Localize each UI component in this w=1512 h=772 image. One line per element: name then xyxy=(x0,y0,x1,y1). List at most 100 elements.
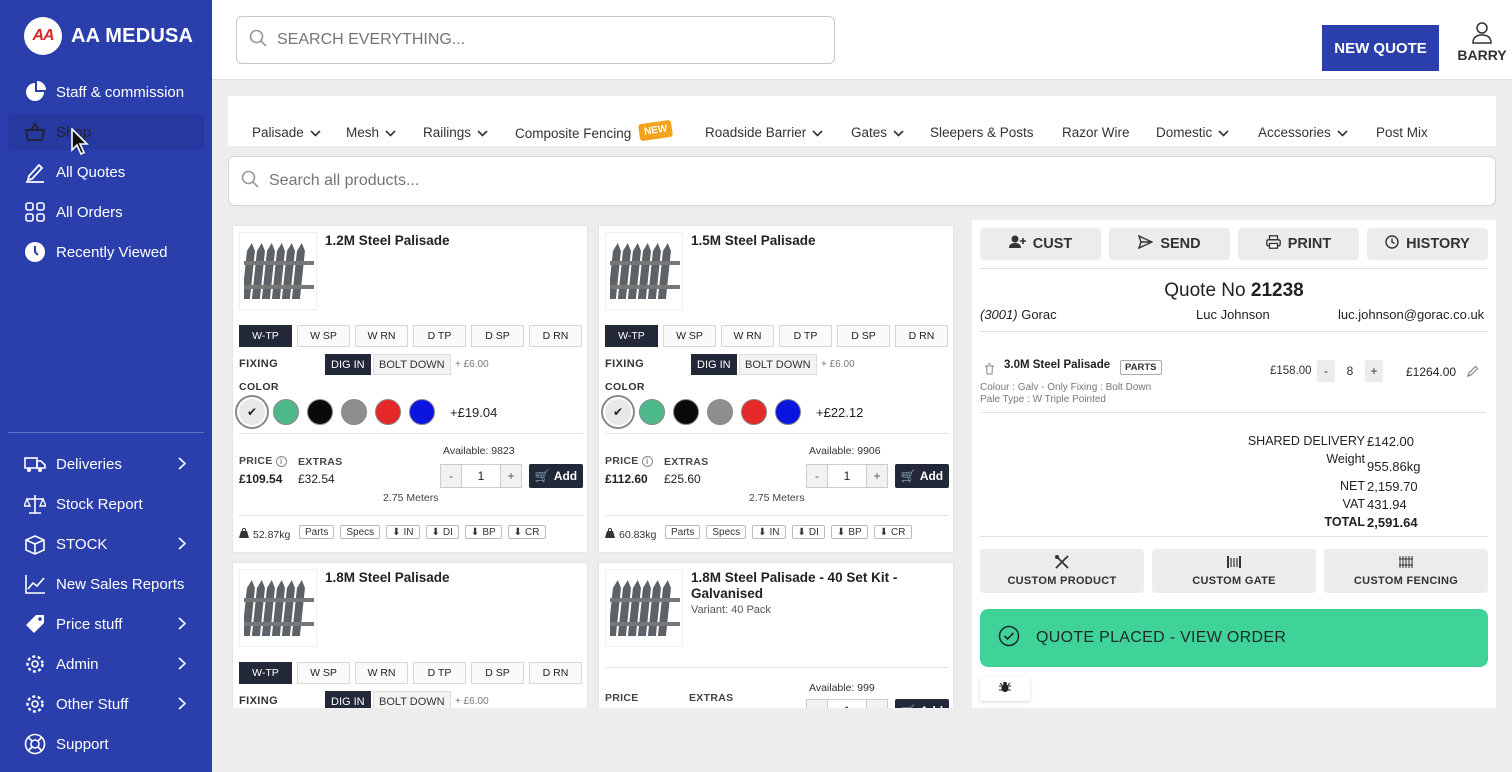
doc-link[interactable]: Parts xyxy=(299,525,335,539)
nav-all-orders[interactable]: All Orders xyxy=(8,194,204,230)
variant-option[interactable]: D SP xyxy=(837,325,890,347)
nav-staff-commission[interactable]: Staff & commission xyxy=(8,74,204,110)
user-menu[interactable]: BARRY xyxy=(1454,22,1510,63)
decrement-button[interactable]: - xyxy=(807,465,827,487)
nav-new-sales-reports[interactable]: New Sales Reports xyxy=(8,566,204,602)
variant-option[interactable]: W SP xyxy=(663,325,716,347)
variant-option[interactable]: D RN xyxy=(895,325,948,347)
doc-link[interactable]: ⬇ CR xyxy=(507,525,546,539)
product-search-input[interactable] xyxy=(269,172,1269,190)
doc-link[interactable]: ⬇ BP xyxy=(830,525,868,539)
color-swatch[interactable] xyxy=(273,399,299,425)
variant-option[interactable]: W-TP xyxy=(605,325,658,347)
fixing-dig-in-button[interactable]: DIG IN xyxy=(691,354,737,375)
color-swatch[interactable] xyxy=(741,399,767,425)
doc-link[interactable]: ⬇ DI xyxy=(791,525,825,539)
variant-option[interactable]: D RN xyxy=(529,662,582,684)
nav-recently-viewed[interactable]: Recently Viewed xyxy=(8,234,204,270)
nav-admin[interactable]: Admin xyxy=(8,646,204,682)
print-button[interactable]: PRINT xyxy=(1238,228,1359,260)
info-icon[interactable]: i xyxy=(275,456,287,467)
brand[interactable]: AA AA MEDUSA xyxy=(24,17,193,55)
category-sleepers-posts[interactable]: Sleepers & Posts xyxy=(930,125,1034,140)
category-razor-wire[interactable]: Razor Wire xyxy=(1062,125,1130,140)
product-image[interactable] xyxy=(605,232,683,310)
product-title[interactable]: 1.2M Steel Palisade xyxy=(325,233,575,249)
custom-fencing-button[interactable]: CUSTOM FENCING xyxy=(1324,549,1488,593)
category-domestic[interactable]: Domestic xyxy=(1156,125,1229,140)
doc-link[interactable]: Specs xyxy=(706,525,747,539)
product-title[interactable]: 1.8M Steel Palisade xyxy=(325,570,575,586)
nav-stock-report[interactable]: Stock Report xyxy=(8,486,204,522)
variant-option[interactable]: D TP xyxy=(779,325,832,347)
increment-button[interactable]: + xyxy=(501,465,521,487)
qty-value[interactable]: 1 xyxy=(461,465,501,487)
category-accessories[interactable]: Accessories xyxy=(1258,125,1348,140)
product-image[interactable] xyxy=(605,569,683,647)
color-swatch[interactable] xyxy=(409,399,435,425)
doc-link[interactable]: Parts xyxy=(665,525,701,539)
nav-other-stuff[interactable]: Other Stuff xyxy=(8,686,204,722)
product-image[interactable] xyxy=(239,232,317,310)
fixing-dig-in-button[interactable]: DIG IN xyxy=(325,691,371,708)
custom-product-button[interactable]: CUSTOM PRODUCT xyxy=(980,549,1144,593)
qty-value[interactable]: 1 xyxy=(827,700,867,708)
variant-option[interactable]: W SP xyxy=(297,325,350,347)
nav-support[interactable]: Support xyxy=(8,726,204,762)
line-item-qty-stepper[interactable]: - 8 + xyxy=(1317,360,1383,382)
category-mesh[interactable]: Mesh xyxy=(346,125,396,140)
qty-stepper[interactable]: -1+ xyxy=(806,464,888,488)
nav-stock[interactable]: STOCK xyxy=(8,526,204,562)
product-title[interactable]: 1.8M Steel Palisade - 40 Set Kit - Galva… xyxy=(691,570,941,602)
nav-all-quotes[interactable]: All Quotes xyxy=(8,154,204,190)
nav-shop[interactable]: Shop xyxy=(8,114,204,150)
fixing-bolt-down-button[interactable]: BOLT DOWN xyxy=(373,691,451,708)
product-image[interactable] xyxy=(239,569,317,647)
info-icon[interactable]: i xyxy=(641,456,653,467)
decrement-button[interactable]: - xyxy=(807,700,827,708)
cust-button[interactable]: CUST xyxy=(980,228,1101,260)
nav-deliveries[interactable]: Deliveries xyxy=(8,446,204,482)
variant-option[interactable]: W-TP xyxy=(239,662,292,684)
qty-value[interactable]: 8 xyxy=(1335,360,1365,382)
category-palisade[interactable]: Palisade xyxy=(252,125,321,140)
decrement-button[interactable]: - xyxy=(441,465,461,487)
color-swatch[interactable] xyxy=(673,399,699,425)
color-swatch[interactable]: ✔ xyxy=(237,397,267,427)
category-roadside-barrier[interactable]: Roadside Barrier xyxy=(705,125,823,140)
decrement-button[interactable]: - xyxy=(1317,360,1335,382)
color-swatch[interactable] xyxy=(707,399,733,425)
qty-stepper[interactable]: -1+ xyxy=(440,464,522,488)
variant-option[interactable]: W RN xyxy=(355,325,408,347)
custom-gate-button[interactable]: CUSTOM GATE xyxy=(1152,549,1316,593)
variant-option[interactable]: D TP xyxy=(413,325,466,347)
category-composite-fencing[interactable]: Composite Fencing NEW xyxy=(515,119,674,142)
color-swatch[interactable] xyxy=(639,399,665,425)
product-search[interactable] xyxy=(228,156,1496,206)
category-gates[interactable]: Gates xyxy=(851,125,904,140)
fixing-bolt-down-button[interactable]: BOLT DOWN xyxy=(373,354,451,375)
doc-link[interactable]: ⬇ IN xyxy=(752,525,786,539)
customer[interactable]: (3001) Gorac xyxy=(980,307,1057,322)
variant-option[interactable]: D RN xyxy=(529,325,582,347)
variant-option[interactable]: W-TP xyxy=(239,325,292,347)
variant-option[interactable]: D SP xyxy=(471,325,524,347)
product-title[interactable]: 1.5M Steel Palisade xyxy=(691,233,941,249)
add-to-quote-button[interactable]: 🛒Add xyxy=(529,464,583,488)
increment-button[interactable]: + xyxy=(1365,360,1383,382)
fixing-bolt-down-button[interactable]: BOLT DOWN xyxy=(739,354,817,375)
history-button[interactable]: HISTORY xyxy=(1367,228,1488,260)
doc-link[interactable]: ⬇ IN xyxy=(386,525,420,539)
variant-option[interactable]: W RN xyxy=(355,662,408,684)
doc-link[interactable]: ⬇ DI xyxy=(425,525,459,539)
doc-link[interactable]: ⬇ BP xyxy=(464,525,502,539)
variant-option[interactable]: W SP xyxy=(297,662,350,684)
global-search-input[interactable] xyxy=(277,31,797,49)
variant-option[interactable]: D TP xyxy=(413,662,466,684)
trash-icon[interactable] xyxy=(984,362,995,380)
fixing-dig-in-button[interactable]: DIG IN xyxy=(325,354,371,375)
doc-link[interactable]: ⬇ CR xyxy=(873,525,912,539)
color-swatch[interactable] xyxy=(341,399,367,425)
pencil-icon[interactable] xyxy=(1467,364,1479,382)
increment-button[interactable]: + xyxy=(867,700,887,708)
